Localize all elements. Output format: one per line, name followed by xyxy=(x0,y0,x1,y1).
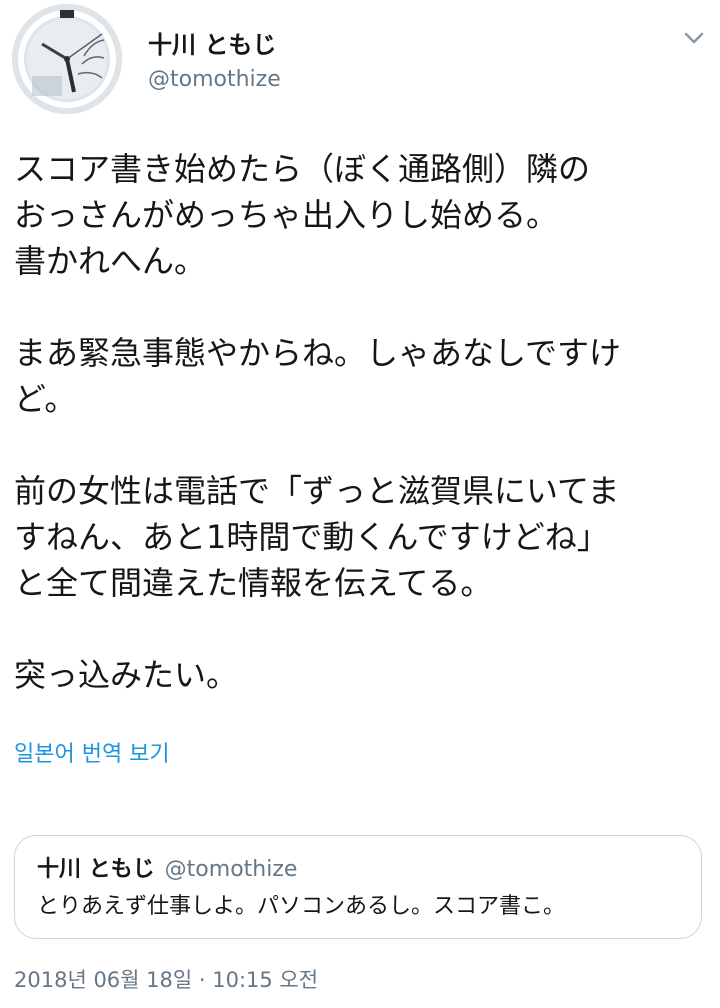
quoted-tweet-card[interactable]: 十川 ともじ @tomothize とりあえず仕事しよ。パソコンあるし。スコア書こ… xyxy=(14,835,702,939)
chevron-down-icon xyxy=(684,32,704,44)
user-handle[interactable]: @tomothize xyxy=(148,66,281,94)
tweet-text: スコア書き始めたら（ぼく通路側）隣の おっさんがめっちゃ出入りし始める。 書かれ… xyxy=(14,150,622,694)
quoted-tweet-text: とりあえず仕事しよ。パソコンあるし。スコア書こ。 xyxy=(37,894,566,919)
avatar[interactable] xyxy=(12,4,122,114)
user-display-name[interactable]: 十川 ともじ xyxy=(148,30,276,60)
tweet-menu-button[interactable] xyxy=(680,24,708,52)
clock-avatar-icon xyxy=(12,4,122,114)
quoted-display-name: 十川 ともじ xyxy=(37,857,155,882)
quoted-tweet-header: 十川 ともじ @tomothize xyxy=(37,854,297,887)
quoted-handle: @tomothize xyxy=(164,857,298,882)
tweet-timestamp[interactable]: 2018년 06월 18일 · 10:15 오전 xyxy=(14,966,318,994)
translate-tweet-link[interactable]: 일본어 번역 보기 xyxy=(14,740,170,770)
